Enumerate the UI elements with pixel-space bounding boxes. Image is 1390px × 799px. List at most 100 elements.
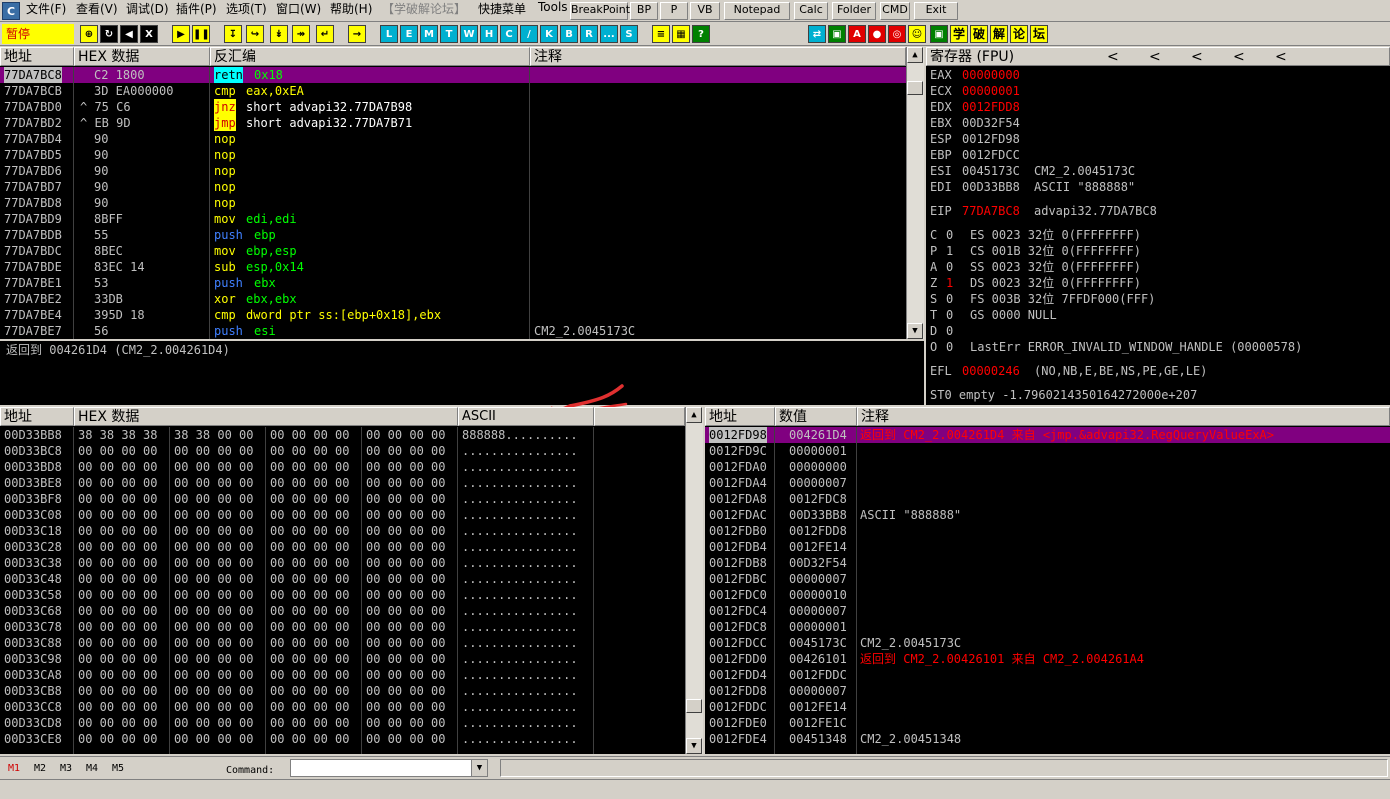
flag-row[interactable]: D0 [930,323,1390,339]
dump-row[interactable]: 00D33BE8 00 00 00 00 00 00 00 00 00 00 00 0… [0,475,685,491]
tab-m2[interactable]: M2 [34,763,46,774]
target-icon[interactable]: ◎ [888,25,906,43]
restart-icon[interactable]: ↻ [100,25,118,43]
dump-scroll-up-icon[interactable]: ▲ [686,407,702,423]
menu-window[interactable]: 窗口(W) [276,0,321,22]
stack-row[interactable]: 0012FDCC 0045173C CM2_2.0045173C [705,635,1390,651]
stack-row[interactable]: 0012FDC8 00000001 [705,619,1390,635]
disasm-row[interactable]: 77DA7BD0 ^ 75 C6 jnz short advapi32.77DA7B9… [0,99,906,115]
cn-xue-button[interactable]: 学 [950,25,968,43]
stack-row[interactable]: 0012FDA4 00000007 [705,475,1390,491]
st0-row[interactable]: ST0 empty -1.7960214350164272000e+207 [930,387,1390,403]
stack-row[interactable]: 0012FD98 004261D4 返回到 CM2_2.004261D4 来自 <j… [705,427,1390,443]
disasm-row[interactable]: 77DA7BE7 56 push esi CM2_2.0045173C [0,323,906,339]
reg-nav-1[interactable]: < [1149,48,1161,65]
tab-m5[interactable]: M5 [112,763,124,774]
goto-icon[interactable]: → [348,25,366,43]
dump-scroll-thumb[interactable] [686,699,702,713]
disasm-row[interactable]: 77DA7BDC 8BEC mov ebp,esp [0,243,906,259]
dump-row[interactable]: 00D33C98 00 00 00 00 00 00 00 00 00 00 00 0… [0,651,685,667]
disasm-row[interactable]: 77DA7BC8 C2 1800 retn 0x18 [0,67,906,83]
calc-button[interactable]: Calc [794,2,828,20]
dump-row[interactable]: 00D33BF8 00 00 00 00 00 00 00 00 00 00 00 0… [0,491,685,507]
cpu-header-comment[interactable]: 注释 [530,47,906,66]
reg-nav-4[interactable]: < [1275,48,1287,65]
rewind-icon[interactable]: ◀ [120,25,138,43]
eip-row[interactable]: EIP 77DA7BC8 advapi32.77DA7BC8 [930,203,1390,219]
cpu-header-disasm[interactable]: 反汇编 [210,47,530,66]
vb-button[interactable]: VB [690,2,720,20]
menu-file[interactable]: 文件(F) [26,0,66,22]
stack-row[interactable]: 0012FDD8 00000007 [705,683,1390,699]
cmd-button[interactable]: CMD [880,2,910,20]
flag-row[interactable]: P 1 CS 001B 32位 0(FFFFFFFF) [930,243,1390,259]
cpu-scrollbar[interactable]: ▲ ▼ [906,47,924,339]
register-row[interactable]: EAX 00000000 [930,67,1390,83]
dump-scroll-down-icon[interactable]: ▼ [686,738,702,754]
stack-row[interactable]: 0012FDD0 00426101 返回到 CM2_2.00426101 来自 CM… [705,651,1390,667]
stack-row[interactable]: 0012FDC4 00000007 [705,603,1390,619]
cpu-scroll-thumb[interactable] [907,81,923,95]
register-row[interactable]: EBX 00D32F54 [930,115,1390,131]
stack-row[interactable]: 0012FDAC 00D33BB8 ASCII "888888" [705,507,1390,523]
cpu-scroll-down-icon[interactable]: ▼ [907,323,923,339]
plugin-icon[interactable]: ▣ [828,25,846,43]
dump-row[interactable]: 00D33C08 00 00 00 00 00 00 00 00 00 00 00 0… [0,507,685,523]
tool-c-button[interactable]: C [500,25,518,43]
dump-row[interactable]: 00D33CA8 00 00 00 00 00 00 00 00 00 00 00 0… [0,667,685,683]
trace-over-icon[interactable]: ↠ [292,25,310,43]
disasm-row[interactable]: 77DA7BDB 55 push ebp [0,227,906,243]
dump-row[interactable]: 00D33C28 00 00 00 00 00 00 00 00 00 00 00 0… [0,539,685,555]
tool-k-button[interactable]: K [540,25,558,43]
dump-row[interactable]: 00D33BC8 00 00 00 00 00 00 00 00 00 00 00 0… [0,443,685,459]
registers-body[interactable]: EAX 00000000 ECX 00000001 EDX 0012FDD8 EBX 00D3… [926,67,1390,405]
flag-row[interactable]: S 0 FS 003B 32位 7FFDF000(FFF) [930,291,1390,307]
dump-row[interactable]: 00D33CD8 00 00 00 00 00 00 00 00 00 00 00 0… [0,715,685,731]
disasm-row[interactable]: 77DA7BE4 395D 18 cmp dword ptr ss:[ebp+0x18… [0,307,906,323]
help-icon[interactable]: ? [692,25,710,43]
breakpoint-button[interactable]: BreakPoint [570,2,630,20]
dump-row[interactable]: 00D33CE8 00 00 00 00 00 00 00 00 00 00 00 0… [0,731,685,747]
grid-icon[interactable]: ▦ [672,25,690,43]
disasm-row[interactable]: 77DA7BD8 90 nop [0,195,906,211]
disasm-row[interactable]: 77DA7BDE 83EC 14 sub esp,0x14 [0,259,906,275]
stack-header-addr[interactable]: 地址 [705,407,775,426]
menu-plugins[interactable]: 插件(P) [176,0,217,22]
stack-row[interactable]: 0012FDE0 0012FE1C [705,715,1390,731]
tool-h-button[interactable]: H [480,25,498,43]
disasm-row[interactable]: 77DA7BCB 3D EA000000 cmp eax,0xEA [0,83,906,99]
stack-row[interactable]: 0012FDD4 0012FDDC [705,667,1390,683]
disasm-rows[interactable]: 77DA7BC8 C2 1800 retn 0x18 77DA7BCB 3D EA0000… [0,67,906,339]
tab-m3[interactable]: M3 [60,763,72,774]
open-icon[interactable]: ⊕ [80,25,98,43]
dump-row[interactable]: 00D33C68 00 00 00 00 00 00 00 00 00 00 00 0… [0,603,685,619]
menu-help[interactable]: 帮助(H) [330,0,372,22]
tool-slash-button[interactable]: / [520,25,538,43]
bug-icon[interactable]: ☺ [908,25,926,43]
refresh-icon[interactable]: ⇄ [808,25,826,43]
stack-rows[interactable]: 0012FD98 004261D4 返回到 CM2_2.004261D4 来自 <j… [705,427,1390,754]
dump-row[interactable]: 00D33BB8 38 38 38 38 38 38 00 00 00 00 00 0… [0,427,685,443]
reg-nav-2[interactable]: < [1191,48,1203,65]
command-dropdown-icon[interactable]: ▼ [471,760,487,776]
cpu-scroll-up-icon[interactable]: ▲ [907,47,923,63]
stack-row[interactable]: 0012FD9C 00000001 [705,443,1390,459]
tool-m-button[interactable]: M [420,25,438,43]
cn-po-button[interactable]: 破 [970,25,988,43]
menu-view[interactable]: 查看(V) [76,0,118,22]
dump-row[interactable]: 00D33C78 00 00 00 00 00 00 00 00 00 00 00 0… [0,619,685,635]
tool-t-button[interactable]: T [440,25,458,43]
step-over-icon[interactable]: ↪ [246,25,264,43]
register-row[interactable]: EBP 0012FDCC [930,147,1390,163]
cn-tan-button[interactable]: 坛 [1030,25,1048,43]
notepad-button[interactable]: Notepad [724,2,790,20]
reg-nav-3[interactable]: < [1233,48,1245,65]
register-row[interactable]: EDX 0012FDD8 [930,99,1390,115]
menu-shortcut[interactable]: 快捷菜单 [478,0,526,22]
cpu-header-addr[interactable]: 地址 [0,47,74,66]
registers-header[interactable]: 寄存器 (FPU) < < < < < [926,47,1390,66]
stack-row[interactable]: 0012FDA8 0012FDC8 [705,491,1390,507]
dump-row[interactable]: 00D33CC8 00 00 00 00 00 00 00 00 00 00 00 0… [0,699,685,715]
dump-row[interactable]: 00D33C18 00 00 00 00 00 00 00 00 00 00 00 0… [0,523,685,539]
plugin-a-icon[interactable]: A [848,25,866,43]
